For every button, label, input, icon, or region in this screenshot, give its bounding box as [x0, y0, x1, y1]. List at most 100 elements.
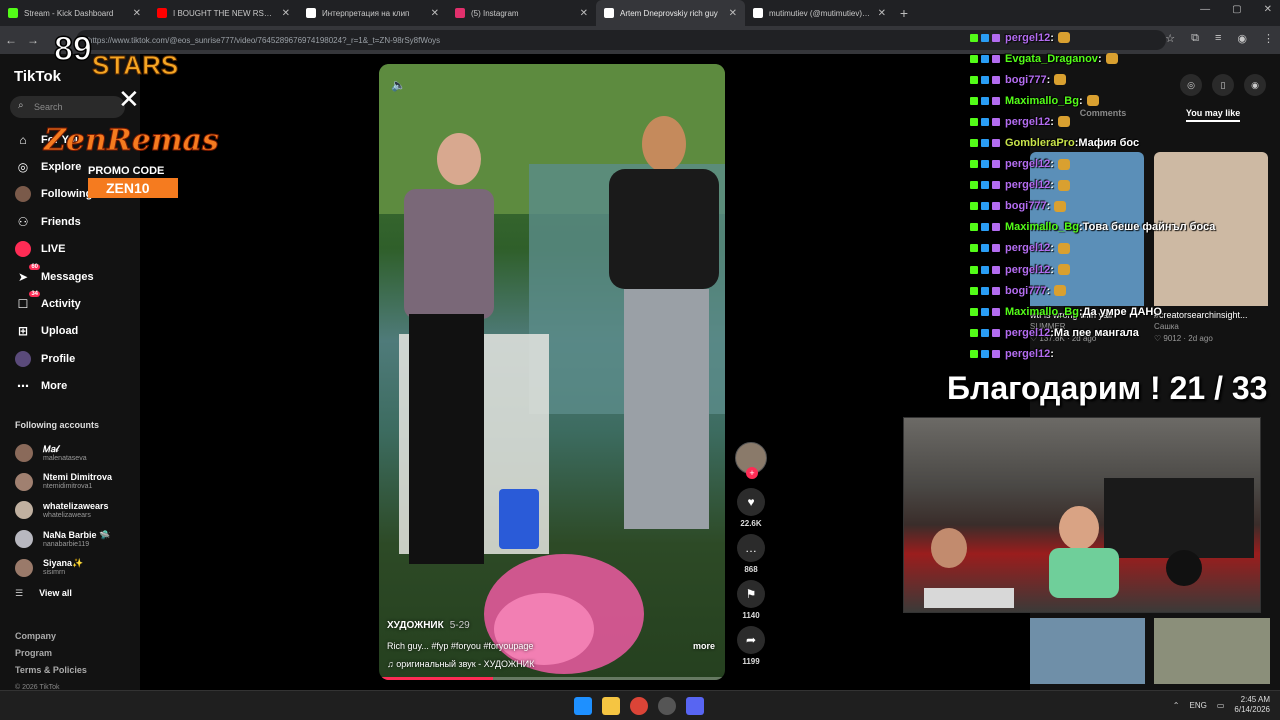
browser-menu-icon[interactable]: ⋮: [1263, 32, 1274, 45]
chat-text: Мафия бос: [1078, 137, 1140, 150]
creator-avatar[interactable]: +: [735, 442, 767, 479]
sidebar-item-upload[interactable]: ⊞ Upload: [0, 318, 140, 345]
chat-username[interactable]: pergel12: [1005, 242, 1050, 254]
footer-terms-link[interactable]: Terms & Policies: [15, 662, 87, 679]
sidebar-item-friends[interactable]: ⚇ Friends: [0, 208, 140, 235]
footer-program-link[interactable]: Program: [15, 645, 87, 662]
chat-username[interactable]: Maximallo_Bg: [1005, 221, 1079, 233]
footer-company-link[interactable]: Company: [15, 628, 87, 645]
chat-separator: :: [1050, 31, 1054, 44]
profile-avatar-icon[interactable]: ◉: [1237, 32, 1247, 45]
chat-username[interactable]: bogi777: [1005, 285, 1047, 297]
chat-username[interactable]: bogi777: [1005, 74, 1047, 86]
sidebar-item-more[interactable]: ⋯ More: [0, 373, 140, 400]
chat-username[interactable]: pergel12: [1005, 348, 1050, 360]
tray-chevron-icon[interactable]: ⌃: [1173, 701, 1180, 710]
chat-username[interactable]: pergel12: [1005, 158, 1050, 170]
tab-close-icon[interactable]: ✕: [282, 8, 290, 19]
chat-badge-icon: [970, 181, 978, 190]
browser-tab[interactable]: Интерпретация на клип ✕: [298, 0, 447, 26]
video-progress-bar[interactable]: [379, 677, 725, 680]
discord-icon[interactable]: [686, 697, 704, 715]
maximize-icon[interactable]: ▢: [1232, 4, 1241, 15]
video-player[interactable]: 🔈 ХУДОЖНИК 5-29 Rich guy... #fyp #foryou …: [379, 64, 725, 680]
bookmark-icon[interactable]: ⚑: [737, 580, 765, 608]
sidebar-item-profile[interactable]: Profile: [0, 345, 140, 372]
browser-tab[interactable]: I BOUGHT THE NEW RS5 TO RE ✕: [149, 0, 298, 26]
obs-icon[interactable]: [658, 697, 676, 715]
chat-username[interactable]: pergel12: [1005, 264, 1050, 276]
browser-tab[interactable]: mutimutiev (@mutimutiev) | Tik ✕: [745, 0, 894, 26]
chat-username[interactable]: Maximallo_Bg: [1005, 95, 1079, 107]
start-menu-icon[interactable]: [574, 697, 592, 715]
following-account[interactable]: Ntemi Dimitrova ntemidimitrova1: [15, 468, 140, 497]
account-username: sisimrn: [43, 569, 66, 577]
following-account[interactable]: whatelizawears whatelizawears: [15, 496, 140, 525]
scene-woman-jeans: [624, 289, 709, 529]
follow-plus-icon[interactable]: +: [746, 467, 758, 479]
scene-woman-jacket: [609, 169, 719, 289]
tab-close-icon[interactable]: ✕: [133, 8, 141, 19]
comment-icon[interactable]: …: [737, 534, 765, 562]
tab-close-icon[interactable]: ✕: [729, 8, 737, 19]
tab-favicon-icon: [157, 8, 167, 18]
description-more-link[interactable]: more: [693, 641, 715, 651]
minimize-icon[interactable]: —: [1200, 4, 1210, 15]
avatar: [15, 444, 33, 463]
chrome-icon[interactable]: [630, 697, 648, 715]
chat-message: pergel12 :: [970, 154, 1230, 175]
comment-count: 868: [744, 565, 758, 574]
like-heart-icon[interactable]: ♥: [737, 488, 765, 516]
share-arrow-icon[interactable]: ➦: [737, 626, 765, 654]
language-indicator[interactable]: ENG: [1190, 701, 1207, 710]
chat-username[interactable]: Evgata_Draganov: [1005, 53, 1098, 65]
nav-icon: ⋯: [17, 379, 29, 394]
chat-username[interactable]: bogi777: [1005, 200, 1047, 212]
thumbnail-garden[interactable]: [1154, 618, 1270, 684]
tab-close-icon[interactable]: ✕: [878, 8, 886, 19]
file-explorer-icon[interactable]: [602, 697, 620, 715]
chat-emote-icon: [1057, 116, 1070, 128]
back-icon[interactable]: ←: [0, 33, 22, 47]
close-window-icon[interactable]: ✕: [1264, 4, 1272, 15]
browser-tab[interactable]: Artem Dneprovskiy rich guy ✕: [596, 0, 745, 26]
sidebar-item-activity[interactable]: ☐ 34 Activity: [0, 290, 140, 317]
browser-tab[interactable]: Stream - Kick Dashboard ✕: [0, 0, 149, 26]
chat-username[interactable]: pergel12: [1005, 327, 1050, 339]
streamer-webcam: [903, 417, 1261, 613]
scene-woman-head: [642, 116, 686, 172]
sidebar-item-messages[interactable]: ➤ 60 Messages: [0, 263, 140, 290]
tab-close-icon[interactable]: ✕: [580, 8, 588, 19]
chat-username[interactable]: pergel12: [1005, 32, 1050, 44]
account-text: 𝑀𝑎𝓁 malenataseva: [43, 444, 87, 463]
clock[interactable]: 2:45 AM 6/14/2026: [1234, 695, 1270, 715]
chat-username[interactable]: GombleraPro: [1005, 137, 1075, 149]
new-tab-button[interactable]: +: [894, 5, 914, 21]
video-author[interactable]: ХУДОЖНИК 5-29: [387, 620, 470, 631]
chat-badge-icon: [981, 75, 989, 84]
chat-badge-icon: [981, 96, 989, 105]
following-account[interactable]: 𝑀𝑎𝓁 malenataseva: [15, 439, 140, 468]
thumbnail-face[interactable]: [1030, 618, 1145, 684]
chat-username[interactable]: Maximallo_Bg: [1005, 306, 1079, 318]
promo-stars: STARS: [92, 50, 178, 80]
chat-message: Maximallo_Bg : Това беше файнъл боса: [970, 217, 1230, 238]
following-account[interactable]: Siyana✨ sisimrn: [15, 553, 140, 582]
chat-username[interactable]: pergel12: [1005, 116, 1050, 128]
following-account[interactable]: NaNa Barbie 🛸 nanabarbie119: [15, 525, 140, 554]
chat-separator: :: [1046, 284, 1051, 297]
account-text: NaNa Barbie 🛸 nanabarbie119: [43, 530, 110, 549]
mute-icon[interactable]: 🔈: [391, 78, 406, 92]
scene-person-trousers: [409, 314, 484, 564]
view-all-link[interactable]: ☰ View all: [15, 588, 72, 599]
chat-badge-icon: [992, 139, 1000, 148]
chat-badge-icon: [970, 117, 978, 126]
sidebar-item-live[interactable]: LIVE: [0, 236, 140, 263]
video-sound[interactable]: ♫ оригинальный звук - ХУДОЖНИК: [387, 659, 534, 669]
browser-tab[interactable]: (5) Instagram ✕: [447, 0, 596, 26]
network-icon[interactable]: ▭: [1217, 701, 1225, 710]
user-avatar[interactable]: ◉: [1244, 74, 1266, 96]
chat-badge-icon: [992, 223, 1000, 232]
chat-username[interactable]: pergel12: [1005, 179, 1050, 191]
tab-close-icon[interactable]: ✕: [431, 8, 439, 19]
